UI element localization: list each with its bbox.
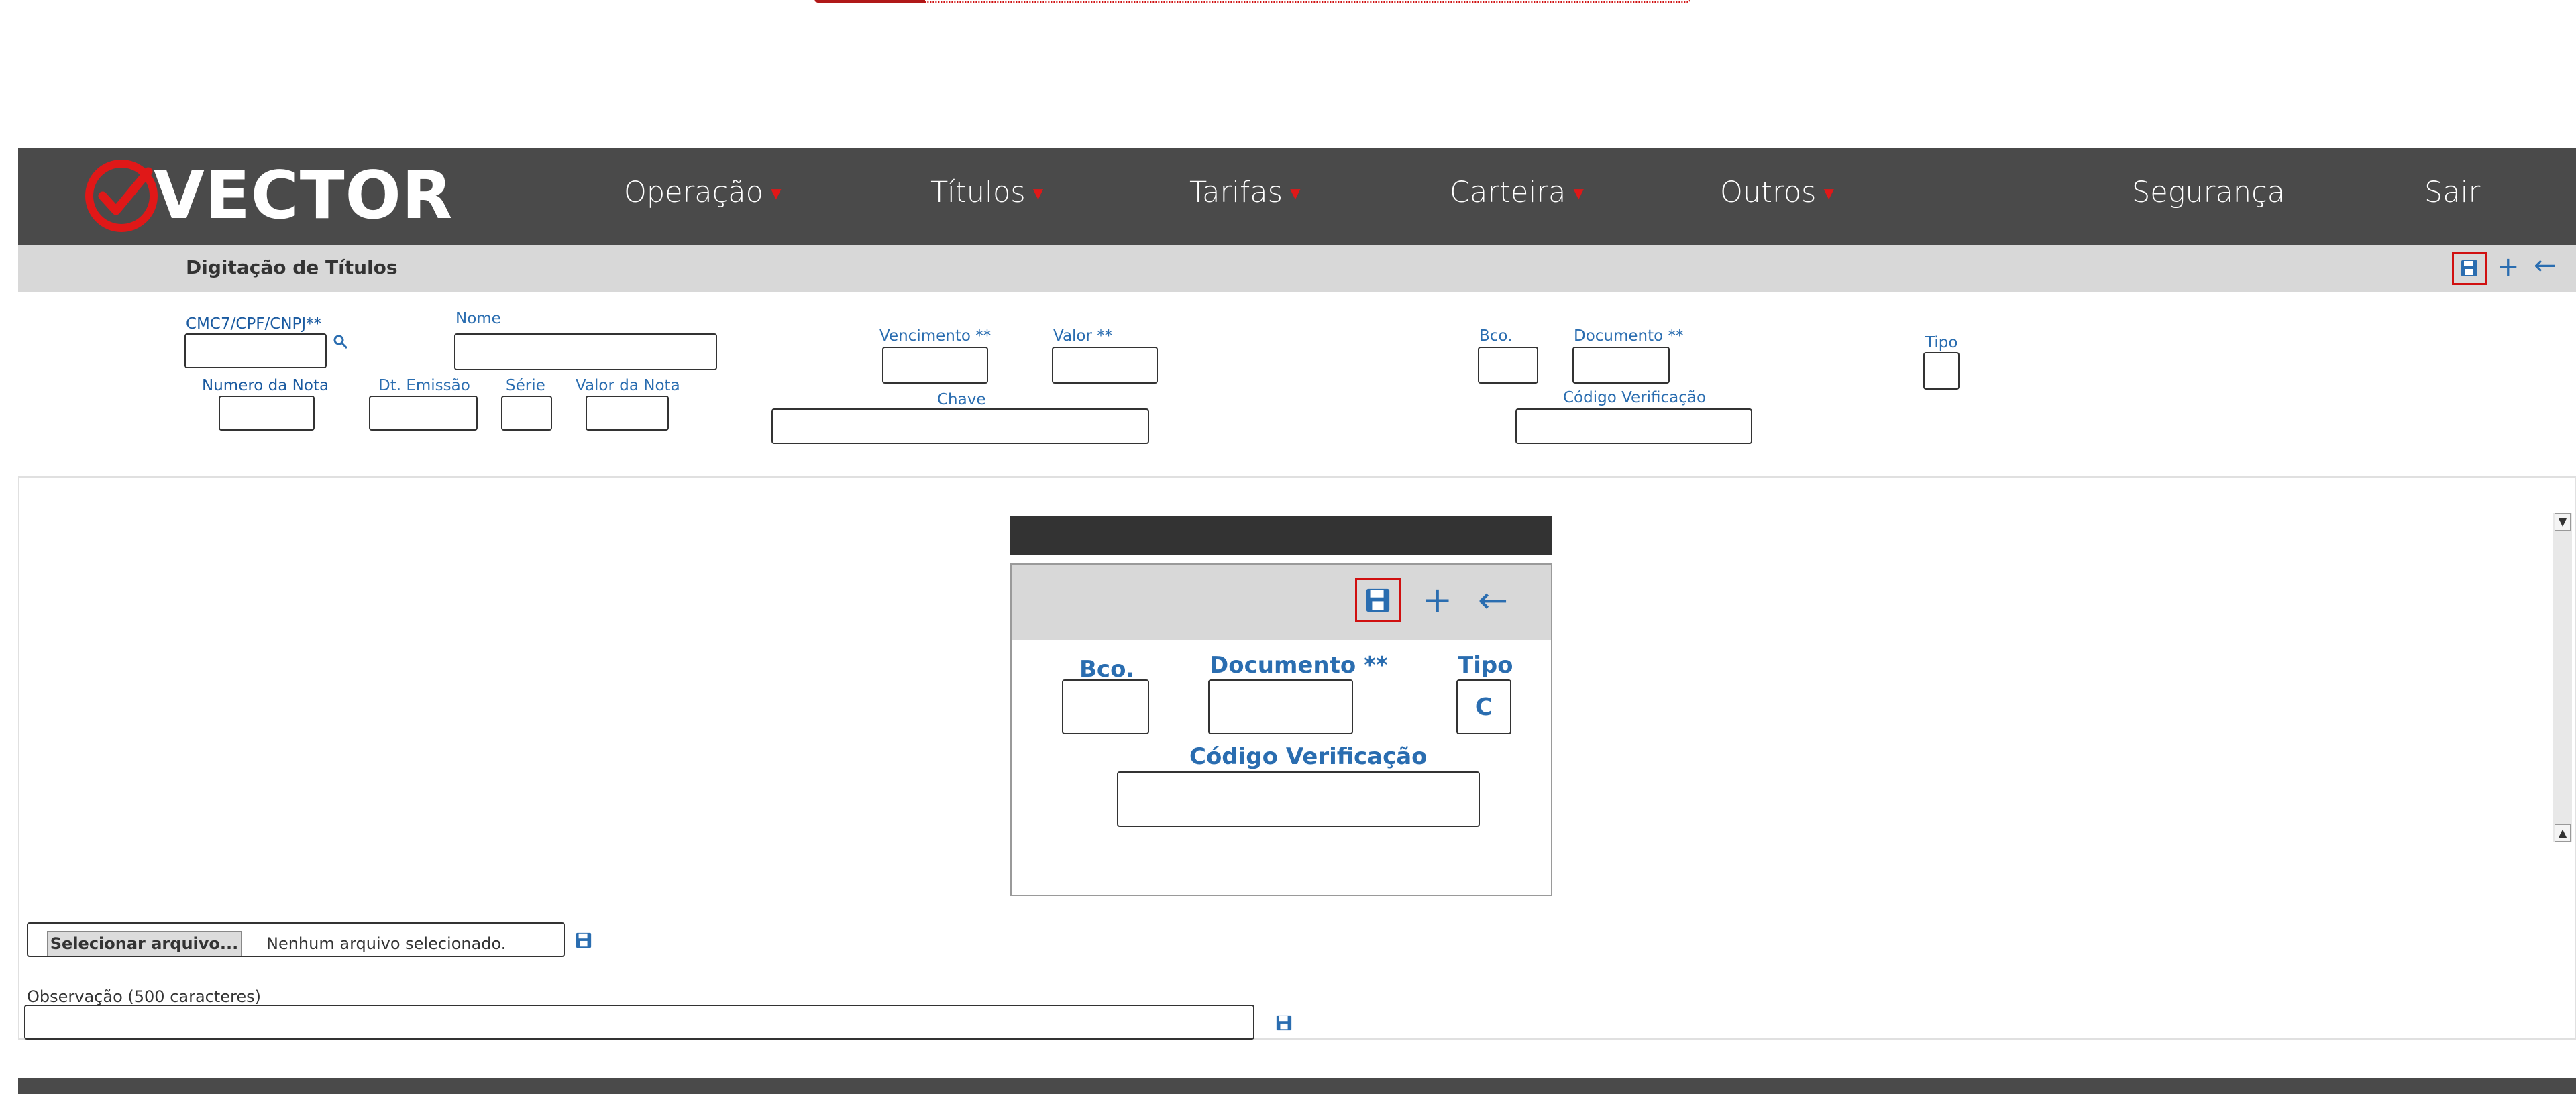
cmc7-input[interactable] <box>184 333 327 368</box>
vencimento-label: Vencimento ** <box>879 327 991 345</box>
scroll-up-button[interactable]: ▲ <box>2555 824 2571 842</box>
file-upload-field[interactable]: Selecionar arquivo... Nenhum arquivo sel… <box>27 922 565 957</box>
nome-input[interactable] <box>454 333 717 370</box>
chave-label: Chave <box>937 391 986 408</box>
bco-input[interactable] <box>1478 347 1538 384</box>
modal-documento-label: Documento ** <box>1210 652 1388 679</box>
nav-sair[interactable]: Sair <box>2424 176 2480 209</box>
observacao-save-icon[interactable] <box>1275 1014 1293 1032</box>
cmc7-label: CMC7/CPF/CNPJ** <box>186 315 322 333</box>
upload-save-icon[interactable] <box>575 932 592 949</box>
scroll-down-button[interactable]: ▼ <box>2555 513 2571 531</box>
numero-nota-label: Numero da Nota <box>202 377 329 394</box>
dt-emissao-label: Dt. Emissão <box>378 377 470 394</box>
bco-label: Bco. <box>1479 327 1513 345</box>
modal-back-button[interactable]: ← <box>1478 582 1508 618</box>
modal-bco-label: Bco. <box>1079 656 1135 683</box>
page-title: Digitação de Títulos <box>186 256 398 278</box>
nav-outros[interactable]: Outros ▼ <box>1720 176 1837 209</box>
add-button[interactable]: + <box>2497 254 2520 280</box>
caret-down-icon: ▼ <box>1570 184 1588 204</box>
vertical-scrollbar[interactable]: ▼ ▲ <box>2553 513 2572 842</box>
modal-codigo-verificacao-label: Código Verificação <box>1189 743 1428 770</box>
nav-carteira-label: Carteira <box>1450 176 1566 209</box>
modal-toolbar <box>1012 565 1551 640</box>
nav-outros-label: Outros <box>1720 176 1817 209</box>
valor-input[interactable] <box>1052 347 1158 384</box>
codigo-verificacao-label: Código Verificação <box>1563 389 1707 406</box>
caret-down-icon: ▼ <box>1287 184 1304 204</box>
nav-seguranca-label: Segurança <box>2132 176 2286 209</box>
nav-tarifas[interactable]: Tarifas ▼ <box>1189 176 1304 209</box>
modal-add-button[interactable]: + <box>1422 582 1452 618</box>
nav-tarifas-label: Tarifas <box>1189 176 1283 209</box>
modal-tipo-input[interactable]: C <box>1456 679 1511 734</box>
caret-down-icon: ▼ <box>1029 184 1047 204</box>
valor-label: Valor ** <box>1053 327 1113 345</box>
back-button[interactable]: ← <box>2534 252 2557 279</box>
observacao-input[interactable] <box>24 1005 1254 1040</box>
nav-titulos[interactable]: Títulos ▼ <box>930 176 1046 209</box>
codigo-verificacao-input[interactable] <box>1515 408 1752 444</box>
observacao-label: Observação (500 caracteres) <box>27 987 262 1006</box>
nav-titulos-label: Títulos <box>930 176 1026 209</box>
modal-header <box>1010 516 1552 555</box>
floppy-disk-icon <box>1366 588 1390 612</box>
documento-label: Documento ** <box>1574 327 1684 345</box>
dt-emissao-input[interactable] <box>369 396 478 431</box>
chave-input[interactable] <box>771 408 1149 444</box>
modal-documento-input[interactable] <box>1208 679 1353 734</box>
save-button[interactable] <box>2452 252 2487 285</box>
nav-operacao-label: Operação <box>624 176 763 209</box>
modal-save-button[interactable] <box>1355 578 1401 622</box>
top-highlight-outline <box>813 0 1692 3</box>
nav-sair-label: Sair <box>2424 176 2481 209</box>
caret-down-icon: ▼ <box>767 184 785 204</box>
file-status-text: Nenhum arquivo selecionado. <box>266 934 506 953</box>
valor-nota-input[interactable] <box>586 396 669 431</box>
caret-down-icon: ▼ <box>1820 184 1838 204</box>
valor-nota-label: Valor da Nota <box>576 377 680 394</box>
serie-input[interactable] <box>501 396 552 431</box>
select-file-button[interactable]: Selecionar arquivo... <box>47 931 241 956</box>
page-footer <box>18 1078 2576 1094</box>
documento-input[interactable] <box>1572 347 1670 384</box>
nav-carteira[interactable]: Carteira ▼ <box>1450 176 1587 209</box>
vector-check-logo-icon <box>85 160 158 232</box>
nome-label: Nome <box>455 310 501 327</box>
numero-nota-input[interactable] <box>219 396 315 431</box>
vencimento-input[interactable] <box>882 347 988 384</box>
search-icon[interactable] <box>333 334 349 350</box>
nav-seguranca[interactable]: Segurança <box>2132 176 2285 209</box>
page-subheader <box>18 245 2576 292</box>
brand-name: VECTOR <box>154 158 453 234</box>
vector-logo[interactable]: VECTOR <box>84 156 453 236</box>
nav-operacao[interactable]: Operação ▼ <box>624 176 785 209</box>
modal-tipo-label: Tipo <box>1458 652 1513 679</box>
tipo-input[interactable] <box>1923 352 1960 390</box>
floppy-disk-icon <box>2461 260 2477 276</box>
tipo-label: Tipo <box>1925 334 1958 351</box>
modal-tipo-value: C <box>1474 693 1493 721</box>
modal-bco-input[interactable] <box>1062 679 1149 734</box>
serie-label: Série <box>506 377 545 394</box>
modal-codigo-verificacao-input[interactable] <box>1117 771 1480 827</box>
